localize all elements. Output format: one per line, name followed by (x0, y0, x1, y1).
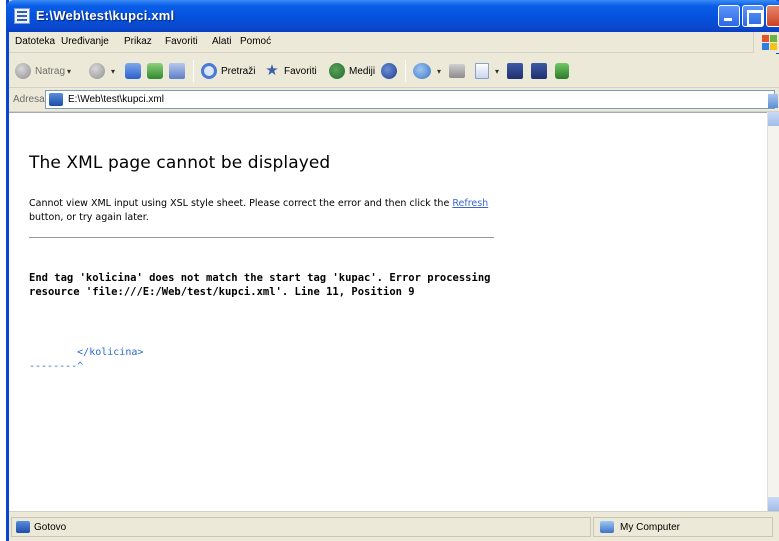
page-content: The XML page cannot be displayed Cannot … (9, 112, 767, 511)
zone-panel: My Computer (593, 517, 773, 537)
refresh-button[interactable] (147, 61, 167, 81)
discuss-icon (507, 63, 523, 79)
star-icon: ★ (265, 62, 279, 79)
research-icon (531, 63, 547, 79)
error-details: End tag 'kolicina' does not match the st… (29, 272, 491, 298)
address-url: E:\Web\test\kupci.xml (68, 94, 164, 105)
close-button[interactable] (766, 5, 779, 27)
divider (29, 237, 494, 238)
media-button[interactable]: Mediji (329, 61, 375, 81)
browser-window: E:\Web\test\kupci.xml Datoteka Uređivanj… (6, 0, 779, 541)
chevron-down-icon: ▾ (495, 66, 500, 76)
status-panel: Gotovo (11, 517, 591, 537)
stop-button[interactable] (125, 61, 145, 81)
media-icon (329, 63, 345, 79)
back-label: Natrag (35, 65, 66, 77)
zone-text: My Computer (620, 522, 681, 533)
edit-page-icon (475, 63, 489, 79)
windows-logo-icon (753, 32, 779, 53)
media-label: Mediji (349, 65, 376, 77)
menu-tools[interactable]: Alati (212, 36, 231, 47)
page-done-icon (16, 521, 30, 533)
toolbar: Natrag ▾ ▾ Pretraži ★ Favoriti Mediji ▾ … (9, 54, 779, 88)
forward-button[interactable]: ▾ (89, 61, 115, 81)
menu-file[interactable]: Datoteka (15, 36, 55, 47)
message-text-1: Cannot view XML input using XSL style sh… (29, 198, 453, 209)
scroll-down-icon[interactable] (768, 497, 779, 511)
toolbar-separator (193, 60, 194, 82)
home-button[interactable] (169, 61, 189, 81)
address-label: Adresa (13, 94, 45, 105)
window-title: E:\Web\test\kupci.xml (36, 8, 175, 23)
menu-edit[interactable]: Uređivanje (61, 36, 109, 47)
menu-view[interactable]: Prikaz (124, 36, 152, 47)
source-caret: --------^ (29, 361, 84, 372)
print-button[interactable] (449, 61, 469, 81)
computer-icon (600, 521, 614, 533)
search-label: Pretraži (221, 65, 256, 77)
messenger-icon (555, 63, 569, 79)
history-button[interactable] (381, 61, 401, 81)
address-input[interactable]: E:\Web\test\kupci.xml (45, 90, 778, 109)
history-icon (381, 63, 397, 79)
favorites-label: Favoriti (284, 65, 317, 77)
status-bar: Gotovo My Computer (9, 511, 779, 541)
toolbar-separator (405, 60, 406, 82)
menu-help[interactable]: Pomoć (240, 36, 271, 47)
document-icon (14, 8, 30, 24)
mail-button[interactable]: ▾ (413, 61, 441, 81)
search-icon (201, 63, 217, 79)
search-button[interactable]: Pretraži (201, 61, 255, 81)
message-text-2: button, or try again later. (29, 212, 149, 223)
page-title: The XML page cannot be displayed (29, 153, 331, 173)
forward-arrow-icon (89, 63, 105, 79)
print-icon (449, 64, 465, 78)
chevron-down-icon: ▾ (437, 66, 442, 76)
maximize-button[interactable] (742, 5, 764, 27)
messenger-button[interactable] (555, 61, 573, 81)
address-go-icon[interactable] (768, 94, 778, 108)
refresh-link[interactable]: Refresh (452, 198, 488, 209)
chevron-down-icon: ▾ (67, 66, 72, 76)
back-button[interactable]: Natrag ▾ (15, 61, 71, 81)
title-bar[interactable]: E:\Web\test\kupci.xml (6, 0, 779, 32)
chevron-down-icon: ▾ (111, 66, 116, 76)
research-button[interactable] (531, 61, 551, 81)
menu-bar: Datoteka Uređivanje Prikaz Favoriti Alat… (9, 32, 779, 53)
favorites-button[interactable]: ★ Favoriti (264, 61, 317, 81)
minimize-button[interactable] (718, 5, 740, 27)
vertical-scrollbar[interactable] (767, 112, 779, 511)
edit-button[interactable]: ▾ (475, 61, 499, 81)
mail-icon (413, 63, 431, 79)
home-icon (169, 63, 185, 79)
error-description: Cannot view XML input using XSL style sh… (29, 197, 499, 225)
stop-icon (125, 63, 141, 79)
page-icon (49, 93, 63, 106)
discuss-button[interactable] (507, 61, 527, 81)
refresh-icon (147, 63, 163, 79)
scroll-up-icon[interactable] (768, 112, 779, 126)
back-arrow-icon (15, 63, 31, 79)
address-bar: Adresa E:\Web\test\kupci.xml (9, 88, 779, 112)
menu-favorites[interactable]: Favoriti (165, 36, 198, 47)
source-line: </kolicina> (29, 347, 144, 358)
status-text: Gotovo (34, 522, 67, 533)
